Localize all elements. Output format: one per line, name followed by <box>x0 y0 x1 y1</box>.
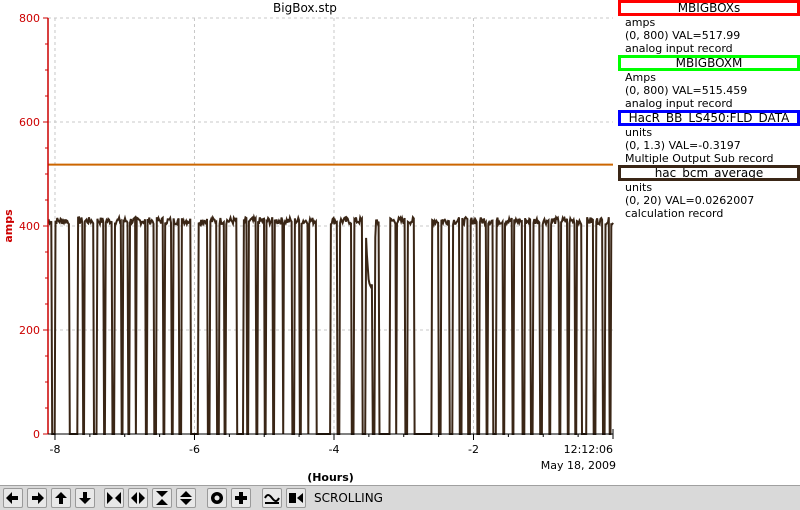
zoom-out-y-button[interactable] <box>176 488 196 508</box>
zoom-out-x-button[interactable] <box>128 488 148 508</box>
legend-entry-name[interactable]: HacR_BB_LS450:FLD_DATA <box>618 110 800 126</box>
pan-up-button[interactable] <box>51 488 71 508</box>
legend-entry-range-value: (0, 800) VAL=517.99 <box>625 29 741 42</box>
zoom-in-y-icon <box>154 490 170 506</box>
legend-entry-record-type: analog input record <box>625 97 733 110</box>
legend-entry-range-value: (0, 1.3) VAL=-0.3197 <box>625 139 741 152</box>
legend-entry-range-value: (0, 800) VAL=515.459 <box>625 84 748 97</box>
zoom-out-x-icon <box>130 490 146 506</box>
legend: MBIGBOXs amps (0, 800) VAL=517.99 analog in… <box>618 0 800 220</box>
legend-entry-record-type: Multiple Output Sub record <box>625 152 774 165</box>
plus-icon <box>233 490 249 506</box>
legend-entry-name[interactable]: MBIGBOXs <box>618 0 800 16</box>
time-stamp-time: 12:12:06 <box>564 443 613 456</box>
toolbar: SCROLLING <box>0 485 800 510</box>
legend-entry-units: Amps <box>625 71 656 84</box>
y-tick-label: 200 <box>19 324 40 337</box>
legend-entry-record-type: analog input record <box>625 42 733 55</box>
pan-right-button[interactable] <box>27 488 47 508</box>
legend-entry-units: units <box>625 181 653 194</box>
series-layer <box>47 163 614 435</box>
legend-entry-name[interactable]: MBIGBOXM <box>618 55 800 71</box>
y-tick-label: 0 <box>33 428 40 441</box>
legend-entry[interactable]: MBIGBOXs amps (0, 800) VAL=517.99 analog in… <box>618 0 800 55</box>
y-axis-label: amps <box>2 209 15 243</box>
zoom-out-y-icon <box>178 490 194 506</box>
y-tick-label: 800 <box>19 12 40 25</box>
zoom-in-y-button[interactable] <box>152 488 172 508</box>
add-button[interactable] <box>231 488 251 508</box>
y-tick-label: 600 <box>19 116 40 129</box>
arrow-left-icon <box>5 490 21 506</box>
zoom-in-x-icon <box>106 490 122 506</box>
pan-left-button[interactable] <box>3 488 23 508</box>
arrow-right-icon <box>29 490 45 506</box>
arrow-up-icon <box>53 490 69 506</box>
stop-scrolling-button[interactable] <box>207 488 227 508</box>
x-tick-label: -8 <box>49 443 60 456</box>
style-icon <box>264 490 280 506</box>
x-tick-label: -6 <box>189 443 200 456</box>
x-tick-label: -2 <box>468 443 479 456</box>
legend-entry-units: units <box>625 126 653 139</box>
legend-entry[interactable]: MBIGBOXM Amps (0, 800) VAL=515.459 analog i… <box>618 55 800 110</box>
legend-entry[interactable]: hac_bcm_average units (0, 20) VAL=0.026200… <box>618 165 800 220</box>
scroll-mode-icon <box>288 490 304 506</box>
x-axis-label: (Hours) <box>307 471 354 484</box>
style-button[interactable] <box>262 488 282 508</box>
y-tick-label: 400 <box>19 220 40 233</box>
legend-entry-record-type: calculation record <box>625 207 724 220</box>
legend-entry-name[interactable]: hac_bcm_average <box>618 165 800 181</box>
pan-down-button[interactable] <box>75 488 95 508</box>
legend-entry[interactable]: HacR_BB_LS450:FLD_DATA units (0, 1.3) VAL=… <box>618 110 800 165</box>
legend-entry-units: amps <box>625 16 656 29</box>
scrolling-button[interactable] <box>286 488 306 508</box>
legend-entry-range-value: (0, 20) VAL=0.0262007 <box>625 194 755 207</box>
series-line-mbigboxm <box>47 213 614 435</box>
time-stamp-date: May 18, 2009 <box>541 459 616 472</box>
stop-icon <box>209 490 225 506</box>
chart-svg: 0 200 400 600 800 -8 -6 -4 -2 12:12:06 May 18, 200… <box>2 12 616 484</box>
zoom-in-x-button[interactable] <box>104 488 124 508</box>
arrow-down-icon <box>77 490 93 506</box>
x-tick-label: -4 <box>329 443 340 456</box>
toolbar-status: SCROLLING <box>314 491 383 505</box>
